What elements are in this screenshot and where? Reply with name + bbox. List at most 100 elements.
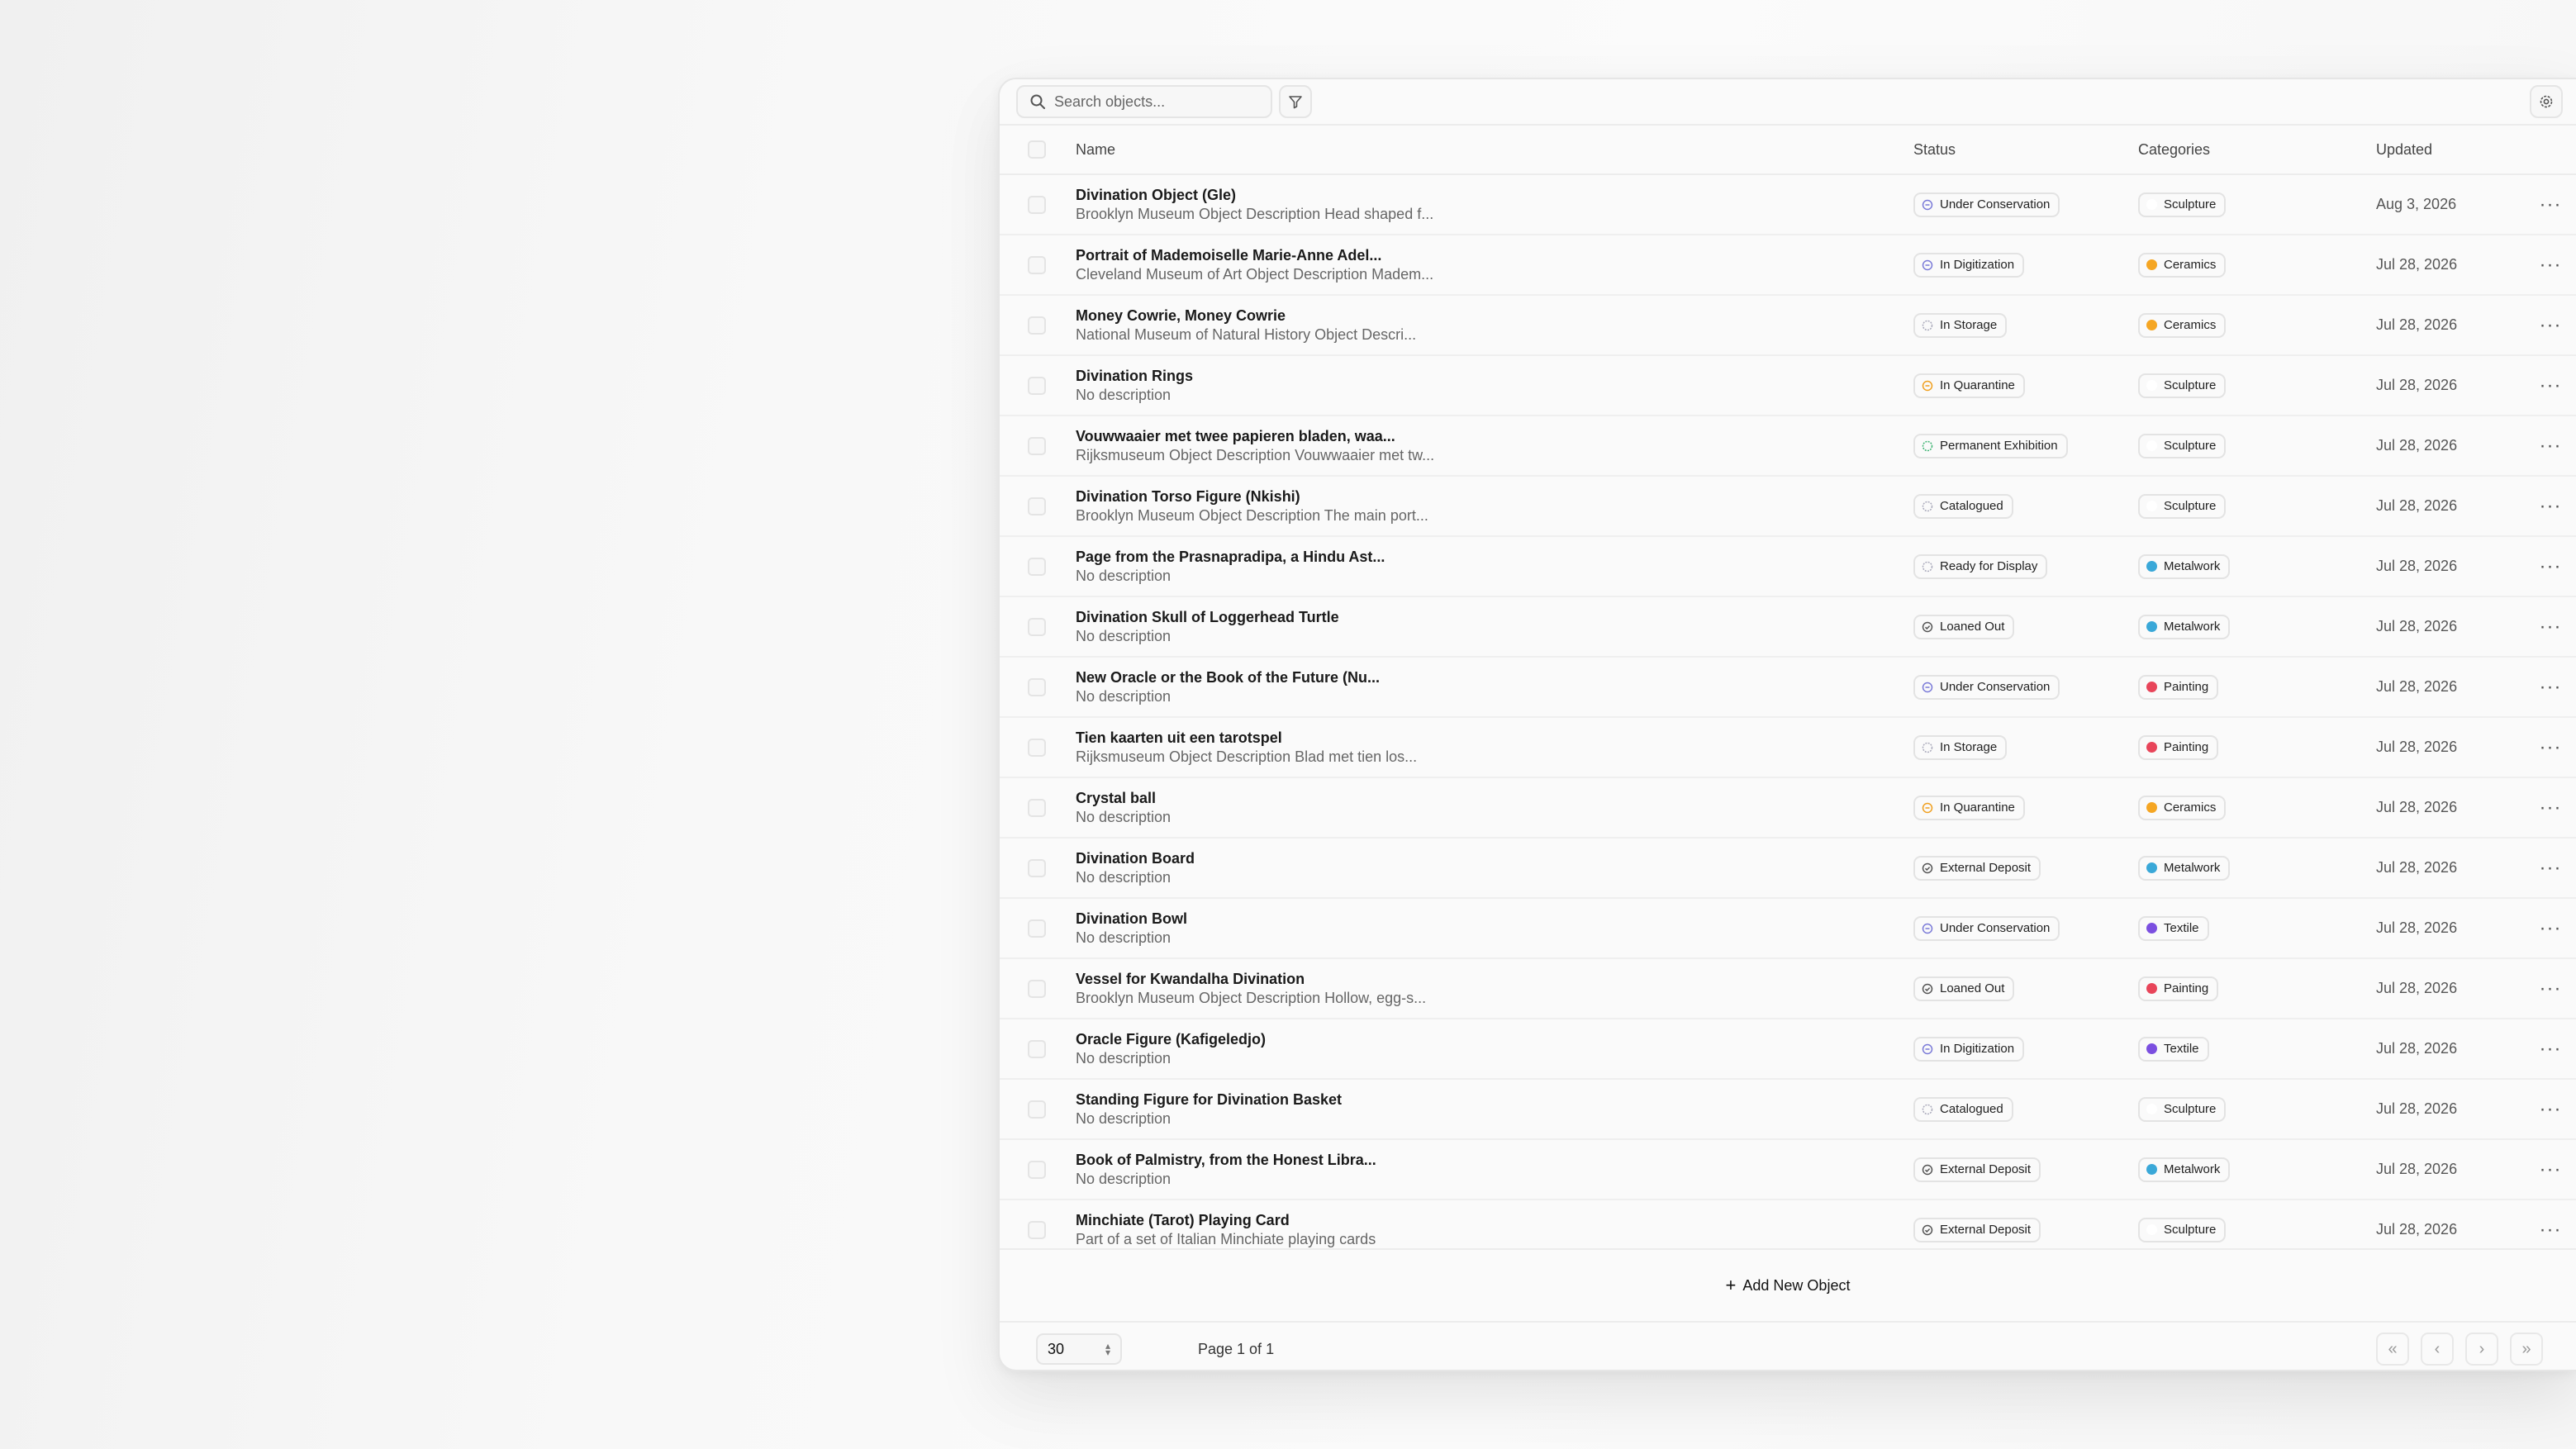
- category-badge[interactable]: Metalwork: [2138, 1157, 2231, 1182]
- next-page-button[interactable]: ›: [2465, 1333, 2498, 1366]
- category-badge[interactable]: Sculpture: [2138, 1217, 2227, 1242]
- table-row[interactable]: Divination Skull of Loggerhead Turtle No…: [1000, 597, 2576, 658]
- object-title[interactable]: Portrait of Mademoiselle Marie-Anne Adel…: [1076, 246, 1913, 265]
- table-row[interactable]: Tien kaarten uit een tarotspel Rijksmuse…: [1000, 718, 2576, 778]
- table-row[interactable]: Money Cowrie, Money Cowrie National Muse…: [1000, 296, 2576, 356]
- page-size-select[interactable]: 30 ▴ ▾: [1036, 1333, 1122, 1365]
- table-row[interactable]: Oracle Figure (Kafigeledjo) No descripti…: [1000, 1019, 2576, 1080]
- table-row[interactable]: Standing Figure for Divination Basket No…: [1000, 1080, 2576, 1140]
- more-actions-icon[interactable]: ···: [2540, 315, 2562, 335]
- row-checkbox[interactable]: [1028, 1220, 1046, 1239]
- category-badge[interactable]: Sculpture: [2138, 192, 2227, 217]
- table-row[interactable]: Vouwwaaier met twee papieren bladen, waa…: [1000, 416, 2576, 477]
- row-checkbox[interactable]: [1028, 979, 1046, 998]
- row-checkbox[interactable]: [1028, 255, 1046, 274]
- more-actions-icon[interactable]: ···: [2540, 616, 2562, 636]
- category-badge[interactable]: Sculpture: [2138, 1096, 2227, 1122]
- category-badge[interactable]: Painting: [2138, 734, 2219, 760]
- object-title[interactable]: Money Cowrie, Money Cowrie: [1076, 306, 1913, 325]
- table-row[interactable]: Book of Palmistry, from the Honest Libra…: [1000, 1140, 2576, 1200]
- more-actions-icon[interactable]: ···: [2540, 677, 2562, 696]
- category-badge[interactable]: Painting: [2138, 674, 2219, 700]
- category-badge[interactable]: Metalwork: [2138, 614, 2231, 639]
- table-row[interactable]: Divination Board No description External…: [1000, 839, 2576, 899]
- more-actions-icon[interactable]: ···: [2540, 1099, 2562, 1119]
- row-checkbox[interactable]: [1028, 617, 1046, 636]
- column-header-updated[interactable]: Updated: [2376, 141, 2525, 159]
- category-badge[interactable]: Metalwork: [2138, 855, 2231, 881]
- status-badge[interactable]: External Deposit: [1913, 1157, 2041, 1182]
- column-header-categories[interactable]: Categories: [2138, 141, 2376, 159]
- status-badge[interactable]: Catalogued: [1913, 493, 2013, 519]
- object-title[interactable]: Divination Bowl: [1076, 910, 1913, 929]
- row-checkbox[interactable]: [1028, 738, 1046, 757]
- add-new-object-button[interactable]: + Add New Object: [1000, 1248, 2576, 1323]
- status-badge[interactable]: In Digitization: [1913, 252, 2025, 278]
- object-title[interactable]: Divination Object (Gle): [1076, 186, 1913, 205]
- status-badge[interactable]: In Digitization: [1913, 1036, 2025, 1062]
- category-badge[interactable]: Sculpture: [2138, 433, 2227, 458]
- more-actions-icon[interactable]: ···: [2540, 978, 2562, 998]
- object-title[interactable]: Minchiate (Tarot) Playing Card: [1076, 1211, 1913, 1230]
- object-title[interactable]: Book of Palmistry, from the Honest Libra…: [1076, 1151, 1913, 1170]
- table-row[interactable]: Divination Torso Figure (Nkishi) Brookly…: [1000, 477, 2576, 537]
- select-all-checkbox[interactable]: [1028, 140, 1046, 159]
- row-checkbox[interactable]: [1028, 1039, 1046, 1058]
- category-badge[interactable]: Sculpture: [2138, 373, 2227, 398]
- row-checkbox[interactable]: [1028, 557, 1046, 576]
- status-badge[interactable]: In Quarantine: [1913, 373, 2025, 398]
- table-row[interactable]: Divination Bowl No description Under Con…: [1000, 899, 2576, 959]
- row-checkbox[interactable]: [1028, 1160, 1046, 1179]
- category-badge[interactable]: Ceramics: [2138, 795, 2227, 820]
- object-title[interactable]: Divination Rings: [1076, 367, 1913, 386]
- more-actions-icon[interactable]: ···: [2540, 918, 2562, 938]
- table-row[interactable]: Divination Rings No description In Quara…: [1000, 356, 2576, 416]
- row-checkbox[interactable]: [1028, 858, 1046, 877]
- table-row[interactable]: Minchiate (Tarot) Playing Card Part of a…: [1000, 1200, 2576, 1248]
- more-actions-icon[interactable]: ···: [2540, 737, 2562, 757]
- object-title[interactable]: Standing Figure for Divination Basket: [1076, 1090, 1913, 1109]
- more-actions-icon[interactable]: ···: [2540, 1219, 2562, 1239]
- table-row[interactable]: New Oracle or the Book of the Future (Nu…: [1000, 658, 2576, 718]
- status-badge[interactable]: In Quarantine: [1913, 795, 2025, 820]
- search-box[interactable]: [1016, 85, 1272, 118]
- column-header-name[interactable]: Name: [1076, 141, 1913, 159]
- table-row[interactable]: Divination Object (Gle) Brooklyn Museum …: [1000, 175, 2576, 235]
- category-badge[interactable]: Ceramics: [2138, 312, 2227, 338]
- object-title[interactable]: Crystal ball: [1076, 789, 1913, 808]
- category-badge[interactable]: Ceramics: [2138, 252, 2227, 278]
- object-title[interactable]: Page from the Prasnapradipa, a Hindu Ast…: [1076, 548, 1913, 567]
- more-actions-icon[interactable]: ···: [2540, 1159, 2562, 1179]
- row-checkbox[interactable]: [1028, 919, 1046, 938]
- status-badge[interactable]: Loaned Out: [1913, 976, 2015, 1001]
- prev-page-button[interactable]: ‹: [2421, 1333, 2454, 1366]
- status-badge[interactable]: Under Conservation: [1913, 915, 2060, 941]
- object-title[interactable]: Divination Board: [1076, 849, 1913, 868]
- row-checkbox[interactable]: [1028, 195, 1046, 214]
- row-checkbox[interactable]: [1028, 1100, 1046, 1119]
- status-badge[interactable]: Under Conservation: [1913, 674, 2060, 700]
- last-page-button[interactable]: »: [2510, 1333, 2543, 1366]
- object-title[interactable]: Vouwwaaier met twee papieren bladen, waa…: [1076, 427, 1913, 446]
- status-badge[interactable]: In Storage: [1913, 734, 2008, 760]
- row-checkbox[interactable]: [1028, 316, 1046, 335]
- status-badge[interactable]: External Deposit: [1913, 1217, 2041, 1242]
- more-actions-icon[interactable]: ···: [2540, 194, 2562, 214]
- more-actions-icon[interactable]: ···: [2540, 375, 2562, 395]
- category-badge[interactable]: Textile: [2138, 915, 2209, 941]
- more-actions-icon[interactable]: ···: [2540, 556, 2562, 576]
- more-actions-icon[interactable]: ···: [2540, 496, 2562, 515]
- more-actions-icon[interactable]: ···: [2540, 254, 2562, 274]
- more-actions-icon[interactable]: ···: [2540, 858, 2562, 877]
- category-badge[interactable]: Metalwork: [2138, 553, 2231, 579]
- row-checkbox[interactable]: [1028, 496, 1046, 515]
- table-row[interactable]: Vessel for Kwandalha Divination Brooklyn…: [1000, 959, 2576, 1019]
- category-badge[interactable]: Painting: [2138, 976, 2219, 1001]
- status-badge[interactable]: In Storage: [1913, 312, 2008, 338]
- table-row[interactable]: Portrait of Mademoiselle Marie-Anne Adel…: [1000, 235, 2576, 296]
- object-title[interactable]: Divination Torso Figure (Nkishi): [1076, 487, 1913, 506]
- row-checkbox[interactable]: [1028, 677, 1046, 696]
- object-title[interactable]: Divination Skull of Loggerhead Turtle: [1076, 608, 1913, 627]
- status-badge[interactable]: Under Conservation: [1913, 192, 2060, 217]
- object-title[interactable]: Oracle Figure (Kafigeledjo): [1076, 1030, 1913, 1049]
